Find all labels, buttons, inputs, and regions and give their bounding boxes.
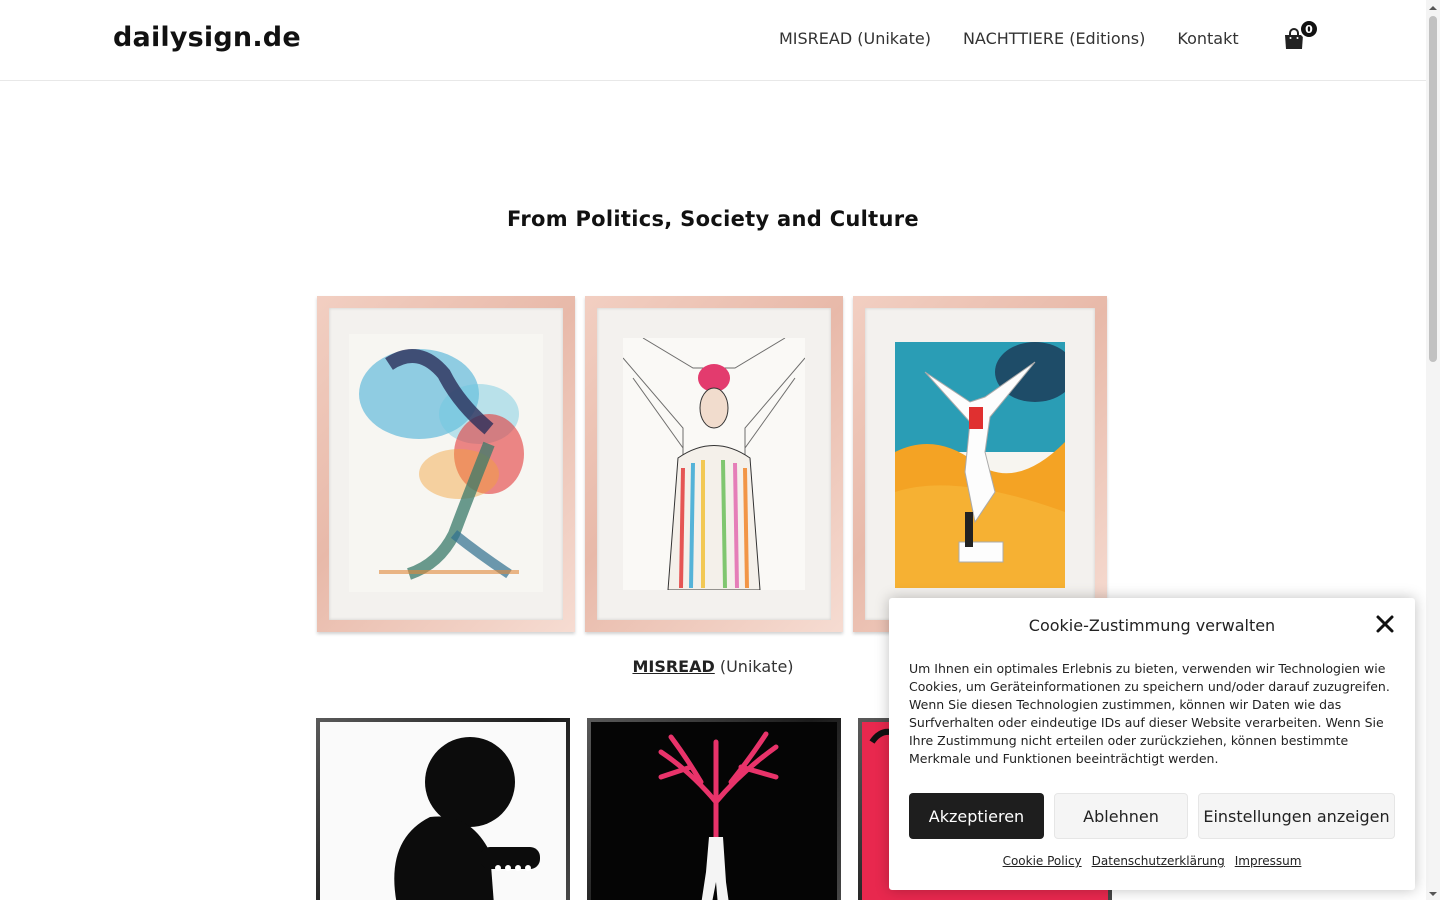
artwork-frame-3[interactable]	[853, 296, 1107, 632]
artwork-watercolor-statue-on-orange	[895, 342, 1065, 588]
cookie-links: Cookie Policy Datenschutzerklärung Impre…	[889, 854, 1415, 868]
artwork-frame-4[interactable]	[316, 718, 570, 900]
cookie-dialog-title: Cookie-Zustimmung verwalten	[1028, 616, 1276, 635]
imprint-link[interactable]: Impressum	[1235, 854, 1302, 868]
site-header: dailysign.de MISREAD (Unikate) NACHTTIER…	[0, 0, 1426, 81]
cookie-dialog-text: Um Ihnen ein optimales Erlebnis zu biete…	[909, 661, 1390, 766]
scroll-thumb[interactable]	[1429, 16, 1437, 362]
scroll-up-icon[interactable]	[1426, 0, 1440, 14]
deny-button[interactable]: Ablehnen	[1054, 793, 1188, 839]
cart-count-badge: 0	[1299, 19, 1319, 39]
main-nav: MISREAD (Unikate) NACHTTIERE (Editions) …	[779, 29, 1271, 48]
close-icon[interactable]	[1375, 614, 1395, 634]
accept-button[interactable]: Akzeptieren	[909, 793, 1044, 839]
privacy-policy-link[interactable]: Datenschutzerklärung	[1092, 854, 1225, 868]
caption-suffix: (Unikate)	[714, 657, 794, 676]
artwork-frame-1[interactable]	[317, 296, 575, 632]
scroll-down-icon[interactable]	[1426, 886, 1440, 900]
artwork-frame-5[interactable]	[587, 718, 841, 900]
misread-link[interactable]: MISREAD	[632, 657, 714, 676]
artwork-red-tree-legs	[591, 722, 837, 900]
artwork-watercolor-man-in-striped-coat	[623, 338, 805, 590]
nav-item-misread[interactable]: MISREAD (Unikate)	[779, 29, 931, 48]
cookie-policy-link[interactable]: Cookie Policy	[1003, 854, 1082, 868]
cookie-consent-dialog: Cookie-Zustimmung verwalten Um Ihnen ein…	[889, 598, 1415, 890]
artwork-frame-2[interactable]	[585, 296, 843, 632]
page-scrollbar[interactable]	[1426, 0, 1440, 900]
page-title: From Politics, Society and Culture	[507, 207, 919, 231]
artwork-watercolor-two-figures	[349, 334, 543, 592]
artwork-silhouette-figure-with-tank	[320, 722, 566, 900]
nav-item-kontakt[interactable]: Kontakt	[1177, 29, 1238, 48]
preferences-button[interactable]: Einstellungen anzeigen	[1198, 793, 1395, 839]
nav-item-nachttiere[interactable]: NACHTTIERE (Editions)	[963, 29, 1145, 48]
site-logo[interactable]: dailysign.de	[113, 22, 301, 53]
